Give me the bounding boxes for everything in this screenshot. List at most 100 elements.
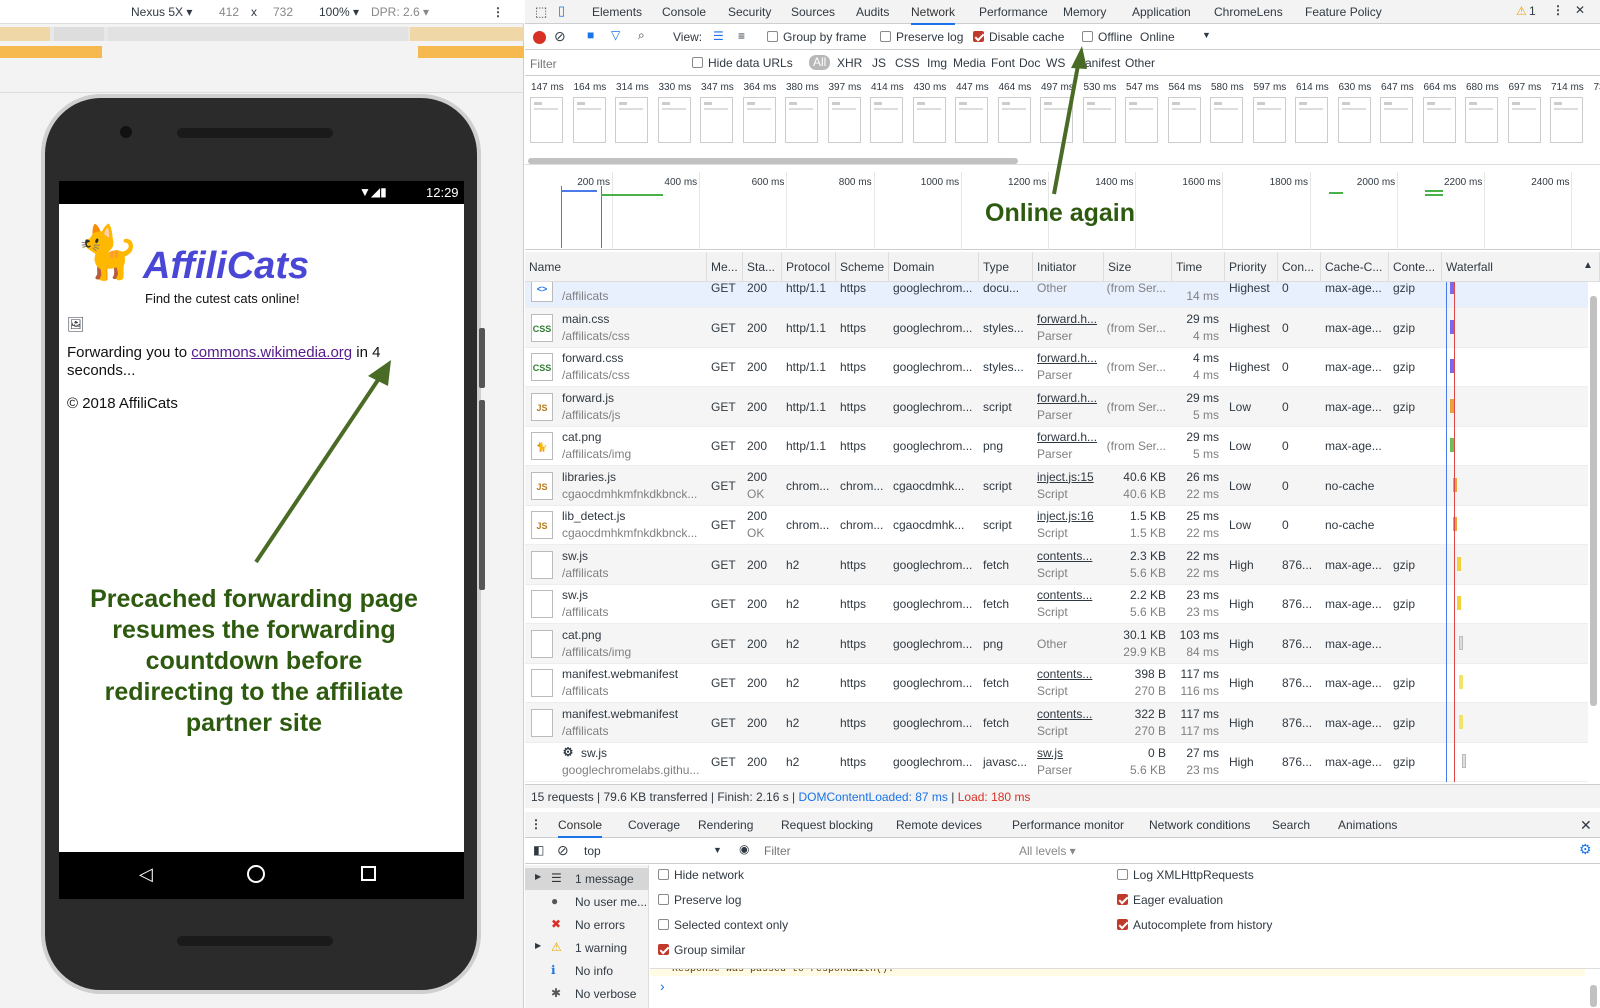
- table-row[interactable]: sw.js/affilicats GET 200 h2 https googlechrom…: [525, 584, 1588, 624]
- filmstrip-frame[interactable]: [1337, 97, 1371, 143]
- filter-type-other[interactable]: Other: [1125, 56, 1155, 70]
- filter-type-doc[interactable]: Doc: [1019, 56, 1040, 70]
- sidebar-toggle-icon[interactable]: ◧: [533, 843, 544, 857]
- eye-icon[interactable]: ◉: [739, 842, 749, 856]
- table-row[interactable]: JS lib_detect.js cgaocdmhkmfnkdkbnck... GET…: [525, 505, 1588, 545]
- levels-select[interactable]: All levels ▾: [1019, 844, 1076, 858]
- record-icon[interactable]: [533, 31, 546, 44]
- close-icon[interactable]: ✕: [1575, 3, 1585, 17]
- preserve-log[interactable]: Preserve log: [880, 30, 963, 44]
- large-rows-icon[interactable]: ☰: [713, 29, 724, 43]
- column-header-sta[interactable]: Sta...: [743, 252, 782, 282]
- filmstrip-frame[interactable]: [1380, 97, 1413, 143]
- initiator-cell-primary[interactable]: inject.js:16: [1037, 509, 1094, 523]
- filmstrip-scrollbar[interactable]: [528, 158, 1018, 164]
- drawer-tab-animations[interactable]: Animations: [1338, 818, 1397, 832]
- table-row[interactable]: manifest.webmanifest/affilicats GET 200 h2 h…: [525, 702, 1588, 743]
- filmstrip-frame[interactable]: [1252, 97, 1286, 143]
- filmstrip-frame[interactable]: [700, 97, 733, 143]
- filter-type-css[interactable]: CSS: [895, 56, 920, 70]
- clear-console-icon[interactable]: ⊘: [557, 842, 569, 859]
- filmstrip-frame[interactable]: [827, 97, 861, 143]
- filmstrip-frame[interactable]: [870, 97, 903, 143]
- clear-icon[interactable]: ⊘: [554, 28, 566, 45]
- column-header-conte[interactable]: Conte...: [1389, 252, 1442, 282]
- group-by-frame[interactable]: Group by frame: [767, 30, 866, 44]
- console-option-eager-evaluation[interactable]: Eager evaluation: [1117, 893, 1223, 907]
- table-row[interactable]: manifest.webmanifest/affilicats GET 200 h2 h…: [525, 663, 1588, 703]
- console-prompt[interactable]: ›: [660, 978, 665, 994]
- tab-feature-policy[interactable]: Feature Policy: [1305, 5, 1382, 19]
- filmstrip-frame[interactable]: [1210, 97, 1243, 143]
- column-header-waterfall[interactable]: Waterfall: [1442, 252, 1600, 282]
- drawer-tab-network-conditions[interactable]: Network conditions: [1149, 818, 1250, 832]
- filter-type-xhr[interactable]: XHR: [837, 56, 862, 70]
- table-row[interactable]: 🐈 cat.png/affilicats/img GET 200 http/1.1 htt…: [525, 426, 1588, 466]
- warning-icon[interactable]: ⚠: [1516, 4, 1527, 18]
- device-select[interactable]: Nexus 5X ▾: [131, 5, 192, 19]
- overview-icon[interactable]: ≡: [738, 29, 745, 43]
- initiator-cell-primary[interactable]: contents...: [1037, 707, 1092, 721]
- filmstrip-frame[interactable]: [742, 97, 776, 143]
- media-query-marker[interactable]: [418, 46, 524, 58]
- column-header-con[interactable]: Con...: [1278, 252, 1321, 282]
- console-option-selected-context-only[interactable]: Selected context only: [658, 918, 788, 932]
- table-row[interactable]: <> /affilicats GET 200 http/1.1 https googlech…: [525, 282, 1588, 308]
- context-select[interactable]: top: [584, 844, 601, 858]
- checkbox[interactable]: [658, 869, 669, 880]
- throttle-select[interactable]: Online: [1140, 30, 1175, 44]
- checkbox[interactable]: [1117, 869, 1128, 880]
- initiator-cell-primary[interactable]: forward.h...: [1037, 430, 1097, 444]
- console-filter-user[interactable]: ● No user me...: [525, 891, 649, 913]
- column-header-time[interactable]: Time: [1172, 252, 1225, 282]
- filmstrip-frame[interactable]: [657, 97, 691, 143]
- filter-type-media[interactable]: Media: [953, 56, 986, 70]
- more-options-icon[interactable]: ⋮: [492, 5, 504, 19]
- tab-elements[interactable]: Elements: [592, 5, 642, 19]
- warning-count[interactable]: 1: [1529, 4, 1536, 18]
- drawer-tab-performance-monitor[interactable]: Performance monitor: [1012, 818, 1124, 832]
- filter-type-all[interactable]: All: [809, 55, 831, 70]
- column-header-type[interactable]: Type: [979, 252, 1033, 282]
- filmstrip-frame[interactable]: [1167, 97, 1201, 143]
- initiator-cell-primary[interactable]: sw.js: [1037, 746, 1063, 760]
- column-header-initiator[interactable]: Initiator: [1033, 252, 1104, 282]
- filter-type-font[interactable]: Font: [991, 56, 1015, 70]
- filter-type-js[interactable]: JS: [872, 56, 886, 70]
- console-scrollbar[interactable]: [1590, 985, 1597, 1007]
- table-row[interactable]: CSS forward.css/affilicats/css GET 200 http/…: [525, 347, 1588, 387]
- table-row[interactable]: cat.png/affilicats/img GET 200 h2 https googl…: [525, 623, 1588, 664]
- chevron-down-icon[interactable]: ▼: [713, 845, 722, 855]
- back-icon[interactable]: ◁: [139, 864, 153, 885]
- checkbox[interactable]: [658, 894, 669, 905]
- home-icon[interactable]: [247, 865, 265, 883]
- console-filter-info[interactable]: ℹ No info: [525, 960, 649, 982]
- console-filter-input[interactable]: [761, 842, 991, 860]
- table-row[interactable]: ⚙ sw.js googlechromelabs.githu... GET 200 h2 h…: [525, 742, 1588, 782]
- drawer-tab-rendering[interactable]: Rendering: [698, 818, 753, 832]
- console-option-group-similar[interactable]: Group similar: [658, 943, 745, 957]
- checkbox[interactable]: [1117, 894, 1128, 905]
- tab-security[interactable]: Security: [728, 5, 771, 19]
- initiator-cell-primary[interactable]: forward.h...: [1037, 312, 1097, 326]
- tab-audits[interactable]: Audits: [856, 5, 889, 19]
- console-filter-verbose[interactable]: ✱ No verbose: [525, 983, 649, 1005]
- devtools-menu-icon[interactable]: ⋮: [1552, 3, 1564, 17]
- sort-arrow-icon[interactable]: ▲: [1583, 260, 1593, 271]
- chevron-down-icon[interactable]: ▼: [1202, 30, 1211, 40]
- console-filter-error[interactable]: ✖ No errors: [525, 914, 649, 936]
- disable-cache[interactable]: Disable cache: [973, 30, 1064, 44]
- filter-icon[interactable]: ▽: [611, 28, 620, 42]
- column-header-me[interactable]: Me...: [707, 252, 743, 282]
- filmstrip-frame[interactable]: [997, 97, 1031, 143]
- filmstrip-frame[interactable]: [572, 97, 606, 143]
- table-scrollbar[interactable]: [1590, 296, 1597, 706]
- table-row[interactable]: JS forward.js/affilicats/js GET 200 http/1.1…: [525, 386, 1588, 427]
- media-query-bar[interactable]: [0, 27, 524, 41]
- tab-chromelens[interactable]: ChromeLens: [1214, 5, 1283, 19]
- console-option-autocomplete-from-history[interactable]: Autocomplete from history: [1117, 918, 1272, 932]
- filmstrip-frame[interactable]: [530, 97, 563, 143]
- filmstrip-frame[interactable]: [1295, 97, 1328, 143]
- checkbox[interactable]: [658, 944, 669, 955]
- column-header-scheme[interactable]: Scheme: [836, 252, 889, 282]
